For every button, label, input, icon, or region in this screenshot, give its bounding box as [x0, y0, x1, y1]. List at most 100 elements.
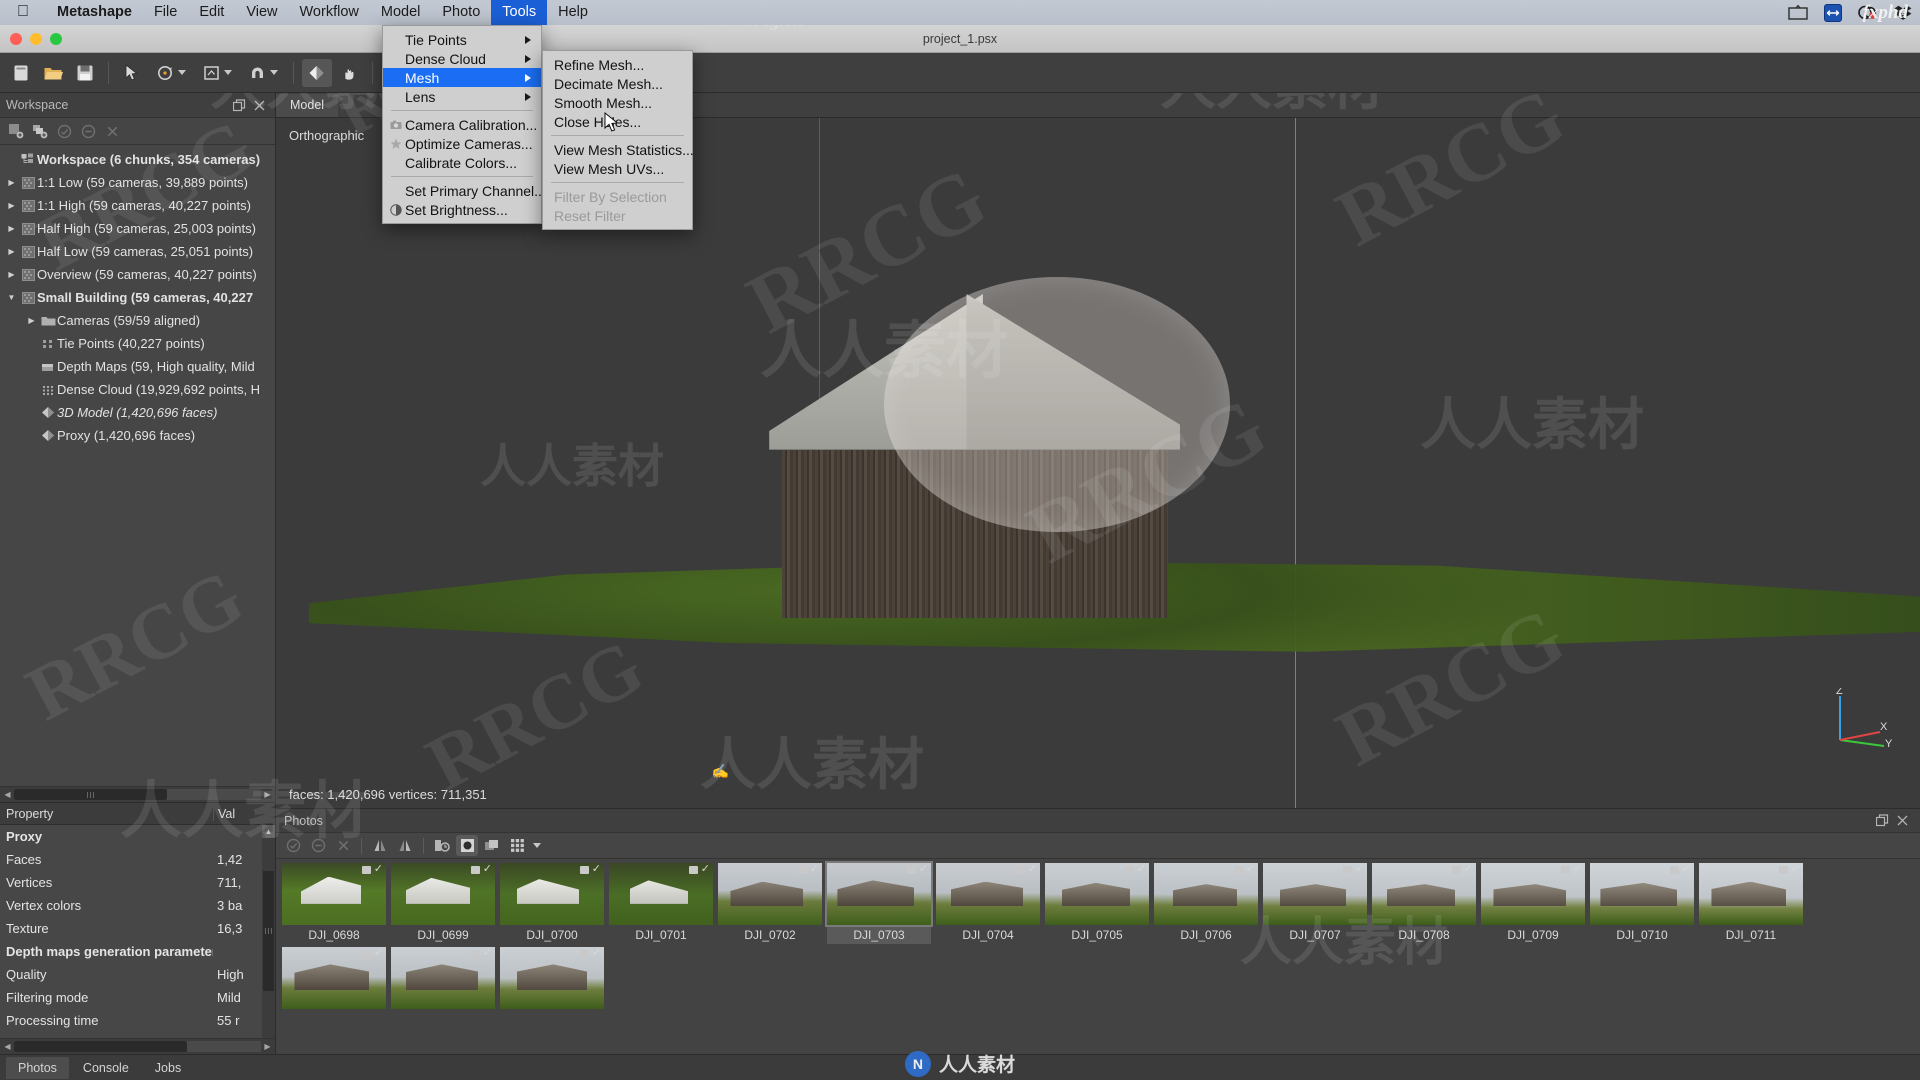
tree-item-tie-points[interactable]: Tie Points (40,227 points) — [0, 332, 275, 355]
menu-item-decimate-mesh[interactable]: Decimate Mesh... — [543, 74, 692, 93]
tools-dropdown-menu[interactable]: Tie Points Dense Cloud Mesh Lens Camera … — [382, 25, 546, 224]
chevron-down-icon[interactable] — [533, 843, 541, 848]
tree-arrow-right[interactable]: ▶ — [4, 178, 19, 187]
scroll-up-icon[interactable]: ▲ — [262, 825, 275, 838]
thumbnail-item[interactable]: ✓ DJI_0698 — [282, 863, 386, 944]
menu-item-mesh[interactable]: Mesh — [383, 68, 541, 87]
value-column-header[interactable]: Val — [213, 806, 275, 821]
open-project-icon[interactable] — [38, 59, 68, 87]
screen-icon[interactable] — [1780, 0, 1816, 25]
property-row[interactable]: Vertex colors 3 ba — [0, 894, 275, 917]
menu-photo[interactable]: Photo — [431, 0, 491, 25]
menu-item-smooth-mesh[interactable]: Smooth Mesh... — [543, 93, 692, 112]
pan-tool-group[interactable] — [195, 59, 239, 87]
chevron-down-icon[interactable] — [270, 70, 278, 75]
tree-item-3d-model[interactable]: 3D Model (1,420,696 faces) — [0, 401, 275, 424]
save-project-icon[interactable] — [70, 59, 100, 87]
thumbnail-image[interactable]: ✓ — [1045, 863, 1149, 925]
tree-arrow-right[interactable]: ▶ — [4, 201, 19, 210]
thumbnail-image[interactable]: ✓ — [825, 861, 933, 927]
scroll-right-icon[interactable]: ▶ — [261, 790, 274, 799]
mesh-submenu[interactable]: Refine Mesh... Decimate Mesh... Smooth M… — [542, 50, 694, 230]
rotate-tool-group[interactable] — [149, 59, 193, 87]
menu-item-dense-cloud[interactable]: Dense Cloud — [383, 49, 541, 68]
thumbnail-image[interactable]: ✓ — [609, 863, 713, 925]
tree-item-workspace[interactable]: Workspace (6 chunks, 354 cameras) — [0, 148, 275, 171]
scroll-left-icon[interactable]: ◀ — [1, 790, 14, 799]
undock-icon[interactable] — [229, 95, 249, 115]
tree-item-chunk-half-high[interactable]: ▶ Half High (59 cameras, 25,003 points) — [0, 217, 275, 240]
menu-workflow[interactable]: Workflow — [289, 0, 370, 25]
grid-icon[interactable] — [506, 835, 528, 856]
hand-tool-icon[interactable] — [334, 59, 364, 87]
property-row[interactable]: Quality High — [0, 963, 275, 986]
tree-item-proxy[interactable]: Proxy (1,420,696 faces) — [0, 424, 275, 447]
thumbnail-image[interactable]: ✓ — [1699, 863, 1803, 925]
menu-edit[interactable]: Edit — [188, 0, 235, 25]
property-row[interactable]: Filtering mode Mild — [0, 986, 275, 1009]
thumbnail-image[interactable]: ✓ — [1372, 863, 1476, 925]
thumbnail-item[interactable]: ✓ DJI_0705 — [1045, 863, 1149, 944]
rotate-right-icon[interactable] — [394, 835, 416, 856]
mask-icon[interactable] — [456, 835, 478, 856]
tree-item-cameras[interactable]: ▶ Cameras (59/59 aligned) — [0, 309, 275, 332]
tree-arrow-right[interactable]: ▶ — [4, 270, 19, 279]
thumbnail-image[interactable]: ✓ — [391, 947, 495, 1009]
thumbnail-image[interactable]: ✓ — [1263, 863, 1367, 925]
scroll-track[interactable] — [14, 789, 261, 800]
thumbnail-item[interactable]: ✓ DJI_0708 — [1372, 863, 1476, 944]
rotate-left-icon[interactable] — [369, 835, 391, 856]
property-row[interactable]: Processing time 55 r — [0, 1009, 275, 1032]
close-icon[interactable] — [249, 95, 269, 115]
new-project-icon[interactable] — [6, 59, 36, 87]
add-photos-icon[interactable] — [29, 121, 51, 142]
thumbnail-item[interactable]: ✓ DJI_0699 — [391, 863, 495, 944]
property-row[interactable]: Depth maps generation parameters — [0, 940, 275, 963]
tree-item-chunk-1-1-high[interactable]: ▶ 1:1 High (59 cameras, 40,227 points) — [0, 194, 275, 217]
close-icon[interactable] — [1892, 811, 1912, 831]
disable-icon[interactable] — [307, 835, 329, 856]
tree-arrow-down[interactable]: ▼ — [4, 293, 19, 302]
menu-tools[interactable]: Tools — [491, 0, 548, 25]
tree-item-chunk-half-low[interactable]: ▶ Half Low (59 cameras, 25,051 points) — [0, 240, 275, 263]
thumbnail-item[interactable]: ✓ DJI_0700 — [500, 863, 604, 944]
property-horizontal-scrollbar[interactable]: ◀ ▶ — [0, 1038, 275, 1054]
duplicate-icon[interactable] — [481, 835, 503, 856]
menu-item-view-mesh-statistics[interactable]: View Mesh Statistics... — [543, 140, 694, 159]
tab-model[interactable]: Model — [276, 94, 339, 117]
tree-item-dense-cloud[interactable]: Dense Cloud (19,929,692 points, H — [0, 378, 275, 401]
menu-item-calibrate-colors[interactable]: Calibrate Colors... — [383, 153, 541, 172]
thumbnail-item[interactable]: ✓ DJI_0710 — [1590, 863, 1694, 944]
disable-icon[interactable] — [77, 121, 99, 142]
menu-item-view-mesh-uvs[interactable]: View Mesh UVs... — [543, 159, 692, 178]
thumbnail-image[interactable]: ✓ — [1481, 863, 1585, 925]
property-row[interactable]: Texture 16,3 — [0, 917, 275, 940]
property-list[interactable]: Proxy Faces 1,42 Vertices 711, Vertex co… — [0, 825, 275, 1038]
thumbnail-image[interactable]: ✓ — [282, 863, 386, 925]
remove-icon[interactable] — [101, 121, 123, 142]
thumbnail-item[interactable]: ✓ DJI_0711 — [1699, 863, 1803, 944]
tree-arrow-right[interactable]: ▶ — [24, 316, 39, 325]
thumbnail-item[interactable]: ✓ — [500, 947, 604, 1009]
thumbnail-item[interactable]: ✓ — [391, 947, 495, 1009]
workspace-horizontal-scrollbar[interactable]: ◀ ▶ — [0, 786, 275, 802]
magnet-tool-group[interactable] — [241, 59, 285, 87]
thumbnail-item[interactable]: ✓ DJI_0709 — [1481, 863, 1585, 944]
photo-thumbnail-grid[interactable]: ✓ DJI_0698 ✓ DJI_0699 ✓ DJI_0700 ✓ DJI_0… — [276, 859, 1920, 1054]
apple-icon[interactable]:  — [0, 3, 46, 23]
menu-help[interactable]: Help — [547, 0, 599, 25]
remove-icon[interactable] — [332, 835, 354, 856]
thumbnail-item[interactable]: ✓ DJI_0704 — [936, 863, 1040, 944]
thumbnail-image[interactable]: ✓ — [500, 863, 604, 925]
tab-jobs[interactable]: Jobs — [143, 1057, 193, 1079]
workspace-tree[interactable]: Workspace (6 chunks, 354 cameras) ▶ 1:1 … — [0, 145, 275, 786]
thumbnail-image[interactable]: ✓ — [1154, 863, 1258, 925]
thumbnail-item[interactable]: ✓ — [282, 947, 386, 1009]
thumbnail-image[interactable]: ✓ — [282, 947, 386, 1009]
menu-item-refine-mesh[interactable]: Refine Mesh... — [543, 55, 692, 74]
reset-icon[interactable] — [431, 835, 453, 856]
thumbnail-image[interactable]: ✓ — [1590, 863, 1694, 925]
enable-icon[interactable] — [53, 121, 75, 142]
scroll-thumb[interactable] — [263, 871, 274, 991]
enable-icon[interactable] — [282, 835, 304, 856]
